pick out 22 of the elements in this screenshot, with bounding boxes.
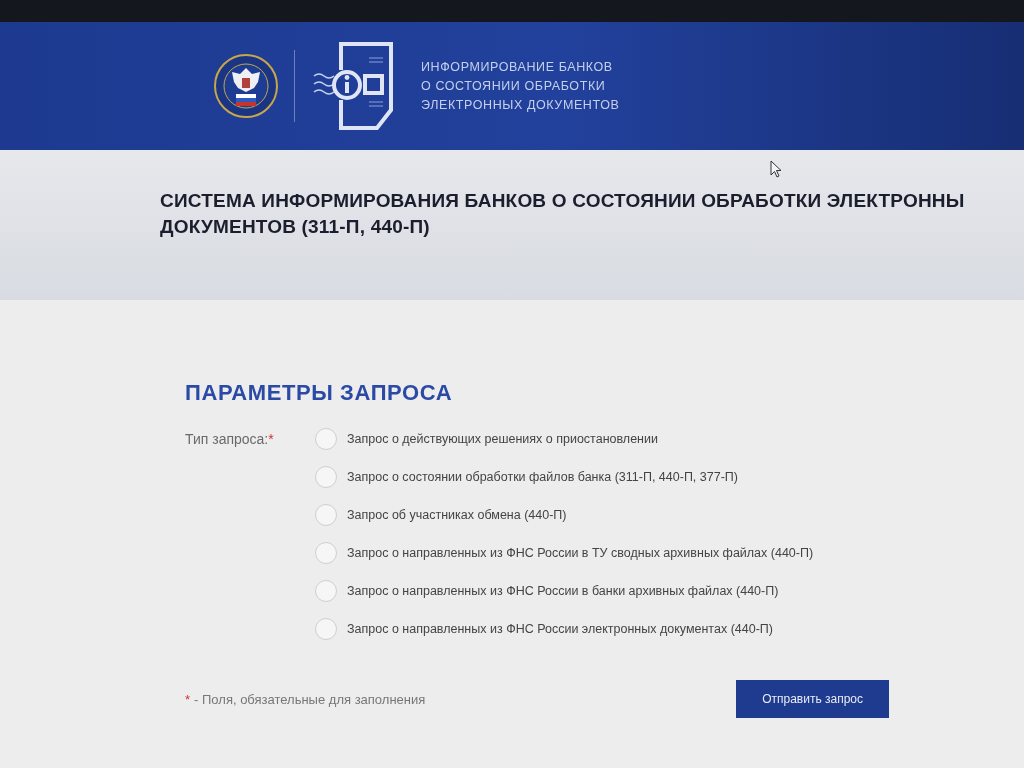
radio-label[interactable]: Запрос о состоянии обработки файлов банка (311-П, 440-П, 377-П): [347, 470, 738, 484]
field-label: Тип запроса:: [185, 431, 269, 447]
radio-label[interactable]: Запрос о направленных из ФНС России в банки архивных файлах (440-П): [347, 584, 779, 598]
header-caption: ИНФОРМИРОВАНИЕ БАНКОВ О СОСТОЯНИИ ОБРАБОТКИ ЭЛЕКТРОННЫХ ДОКУМЕНТОВ: [421, 58, 620, 114]
emblem-logo-icon: [214, 54, 278, 118]
radio-label[interactable]: Запрос о действующих решениях о приостановлении: [347, 432, 658, 446]
submit-button[interactable]: Отправить запрос: [736, 680, 889, 718]
page-title: СИСТЕМА ИНФОРМИРОВАНИЯ БАНКОВ О СОСТОЯНИИ ОБРАБОТКИ ЭЛЕКТРОННЫ ДОКУМЕНТОВ (311-П, 440-П): [160, 189, 966, 239]
mouse-pointer-icon: [770, 160, 782, 178]
radio-button[interactable]: [315, 428, 337, 450]
radio-button[interactable]: [315, 466, 337, 488]
radio-button[interactable]: [315, 542, 337, 564]
section-heading: ПАРАМЕТРЫ ЗАПРОСА: [185, 380, 454, 406]
radio-button[interactable]: [315, 504, 337, 526]
radio-label[interactable]: Запрос о направленных из ФНС России в ТУ сводных архивных файлах (440-П): [347, 546, 814, 560]
radio-label[interactable]: Запрос о направленных из ФНС России электронных документах (440-П): [347, 622, 773, 636]
radio-button[interactable]: [315, 618, 337, 640]
required-fields-note: - Поля, обязательные для заполнения: [194, 691, 426, 707]
radio-button[interactable]: [315, 580, 337, 602]
radio-label[interactable]: Запрос об участниках обмена (440-П): [347, 508, 567, 522]
required-mark: *: [268, 431, 274, 447]
required-mark: *: [185, 691, 191, 707]
